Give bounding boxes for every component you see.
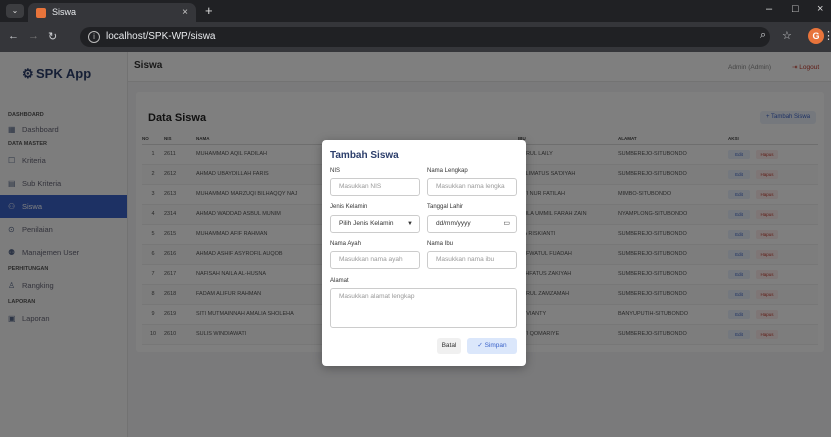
nama-ibu-label: Nama Ibu [427, 241, 454, 247]
minimize-icon[interactable]: – [766, 3, 772, 15]
profile-avatar-icon[interactable]: G [808, 28, 824, 44]
nama-ibu-input[interactable]: Masukkan nama ibu [427, 251, 517, 269]
tambah-siswa-modal: Tambah Siswa NIS Masukkan NIS Nama Lengk… [322, 140, 526, 366]
tab-bar: ⌄ Siswa × + – □ × [0, 0, 831, 22]
nama-ayah-label: Nama Ayah [330, 241, 361, 247]
back-icon[interactable]: ← [8, 30, 19, 42]
reload-icon[interactable]: ↻ [48, 30, 57, 43]
url-text: localhost/SPK-WP/siswa [106, 31, 216, 42]
save-button[interactable]: ✓ Simpan [467, 338, 517, 354]
tab-close-icon[interactable]: × [182, 3, 188, 22]
forward-icon[interactable]: → [28, 30, 39, 42]
jenis-kelamin-select[interactable]: Pilih Jenis Kelamin ▼ [330, 215, 420, 233]
menu-kebab-icon[interactable]: ⋮ [823, 29, 831, 42]
nis-input[interactable]: Masukkan NIS [330, 178, 420, 196]
nama-ayah-input[interactable]: Masukkan nama ayah [330, 251, 420, 269]
nama-input[interactable]: Masukkan nama lengka [427, 178, 517, 196]
bookmark-star-icon[interactable]: ☆ [782, 29, 792, 42]
alamat-textarea[interactable]: Masukkan alamat lengkap [330, 288, 517, 328]
nama-label: Nama Lengkap [427, 168, 468, 174]
favicon-icon [36, 8, 46, 18]
tanggal-lahir-value: dd/mm/yyyy [436, 220, 471, 227]
close-window-icon[interactable]: × [817, 3, 823, 15]
tanggal-lahir-label: Tanggal Lahir [427, 204, 464, 210]
browser-chrome: ⌄ Siswa × + – □ × ← → ↻ i localhost/SPK-… [0, 0, 831, 52]
calendar-icon[interactable]: ▭ [503, 216, 510, 232]
nis-label: NIS [330, 168, 341, 174]
jenis-kelamin-value: Pilih Jenis Kelamin [339, 220, 394, 227]
maximize-icon[interactable]: □ [792, 3, 799, 15]
modal-title: Tambah Siswa [330, 150, 399, 161]
jenis-kelamin-label: Jenis Kelamin [330, 204, 368, 210]
browser-tab[interactable]: Siswa × [28, 3, 196, 22]
chevron-down-icon: ▼ [407, 221, 413, 227]
alamat-label: Alamat [330, 278, 349, 284]
new-tab-icon[interactable]: + [205, 3, 213, 18]
cancel-button[interactable]: Batal [437, 338, 461, 354]
tab-title: Siswa [52, 7, 77, 17]
site-info-icon[interactable]: i [88, 31, 100, 43]
address-bar-row: ← → ↻ i localhost/SPK-WP/siswa ⌕ ☆ G ⋮ [0, 22, 831, 52]
zoom-icon[interactable]: ⌕ [760, 29, 766, 42]
address-bar[interactable]: i localhost/SPK-WP/siswa [80, 27, 770, 47]
tab-search-icon[interactable]: ⌄ [6, 4, 24, 18]
tanggal-lahir-input[interactable]: dd/mm/yyyy ▭ [427, 215, 517, 233]
